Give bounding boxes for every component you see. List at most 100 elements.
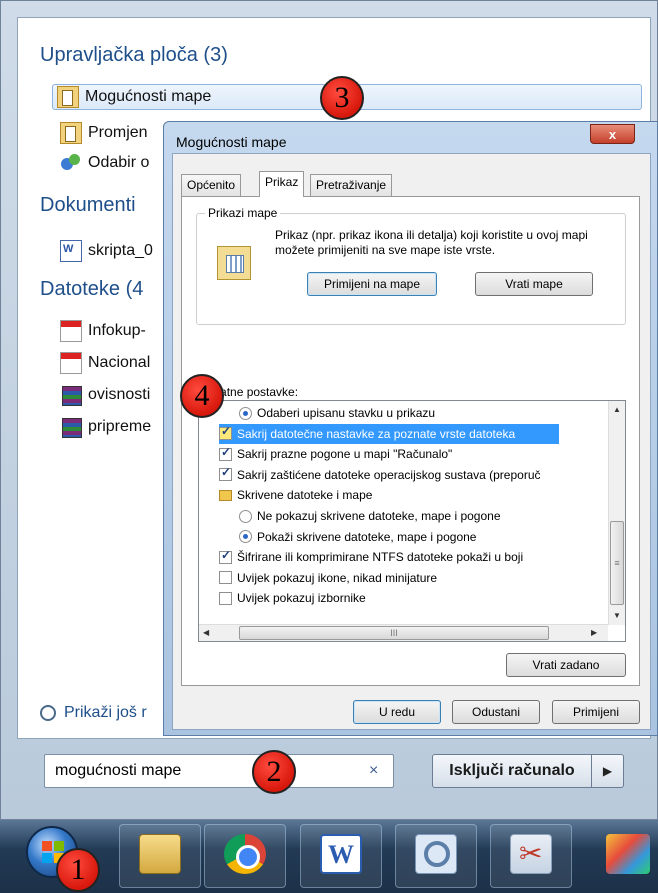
setting-label: Sakrij datotečne nastavke za poznate vrs…: [237, 426, 516, 441]
result-item-label: skripta_0: [88, 242, 153, 259]
setting-checkbox[interactable]: [219, 571, 232, 585]
apply-button[interactable]: Primijeni: [552, 700, 640, 724]
setting-label: Sakrij prazne pogone u mapi "Računalo": [237, 447, 453, 462]
setting-label: Uvijek pokazuj izbornike: [237, 591, 366, 606]
section-title-documents: Dokumenti: [40, 194, 136, 216]
setting-row[interactable]: Skrivene datoteke i mape: [219, 485, 372, 505]
tab-panel-view: Prikazi mape Prikaz (npr. prikaz ikona i…: [181, 196, 640, 686]
setting-checkbox[interactable]: [219, 548, 232, 564]
setting-label: Šifrirane ili komprimirane NTFS datoteke…: [237, 550, 524, 565]
scroll-down-arrow-icon[interactable]: ▼: [613, 611, 621, 620]
snipping-tool-icon: [510, 834, 552, 874]
result-item-document[interactable]: skripta_0: [60, 238, 153, 264]
clear-search-icon[interactable]: ×: [369, 762, 378, 780]
result-item-label: ovisnosti: [88, 386, 151, 403]
callout-4: 4: [180, 374, 224, 418]
folder-views-description: Prikaz (npr. prikaz ikona ili detalja) k…: [275, 228, 588, 257]
callout-2: 2: [252, 750, 296, 794]
search-input[interactable]: mogućnosti mape ×: [44, 754, 394, 788]
folder-options-icon: [60, 122, 82, 144]
callout-1: 1: [56, 848, 100, 892]
result-item-label: pripreme: [88, 418, 152, 435]
tab-view[interactable]: Prikaz: [259, 171, 305, 197]
section-title-files: Datoteke (4: [40, 278, 144, 300]
callout-3: 3: [320, 76, 364, 120]
result-item-label: Promjen: [88, 124, 148, 141]
setting-row[interactable]: Sakrij prazne pogone u mapi "Računalo": [219, 444, 452, 464]
result-item-select[interactable]: Odabir o: [60, 150, 149, 176]
tab-general[interactable]: Općenito: [181, 174, 242, 196]
result-item-file[interactable]: ovisnosti: [60, 382, 150, 408]
vertical-scroll-thumb[interactable]: ≡: [610, 521, 624, 605]
pdf-icon: [60, 352, 82, 374]
dialog-body: Općenito Prikaz Pretraživanje Prikazi ma…: [172, 153, 651, 730]
advanced-settings-list[interactable]: Odaberi upisanu stavku u prikazu Sakrij d…: [198, 400, 626, 642]
pdf-icon: [60, 320, 82, 342]
apply-to-folders-button[interactable]: Primijeni na mape: [307, 272, 437, 296]
folder-options-icon: [57, 86, 79, 108]
folder-views-group: Prikazi mape Prikaz (npr. prikaz ikona i…: [196, 206, 626, 325]
setting-label: Odaberi upisanu stavku u prikazu: [257, 406, 436, 420]
setting-row[interactable]: Sakrij zaštićene datoteke operacijskog s…: [219, 465, 541, 485]
folder-views-label: Prikazi mape: [205, 206, 281, 220]
paint-icon[interactable]: [606, 834, 650, 874]
cancel-button[interactable]: Odustani: [452, 700, 540, 724]
result-item-file[interactable]: Infokup-: [60, 318, 146, 344]
archive-icon: [60, 416, 82, 438]
setting-label: Uvijek pokazuj ikone, nikad minijature: [237, 570, 438, 585]
search-icon: [415, 834, 457, 874]
folder-view-icon: [217, 246, 251, 280]
scroll-right-arrow-icon[interactable]: ▶: [591, 628, 597, 637]
setting-checkbox[interactable]: [219, 424, 232, 441]
word-document-icon: [60, 240, 82, 262]
setting-row[interactable]: Šifrirane ili komprimirane NTFS datoteke…: [219, 547, 523, 567]
horizontal-scrollbar[interactable]: ◀ III ▶: [199, 624, 608, 641]
chrome-icon: [224, 834, 266, 874]
vertical-scrollbar[interactable]: ▲ ≡ ▼: [608, 401, 625, 625]
restore-defaults-button[interactable]: Vrati zadano: [506, 653, 626, 677]
scroll-up-arrow-icon[interactable]: ▲: [613, 405, 621, 414]
magnifier-icon: [40, 705, 56, 721]
windows-explorer-icon: [139, 834, 181, 874]
reset-folders-button[interactable]: Vrati mape: [475, 272, 593, 296]
setting-radio[interactable]: [239, 509, 252, 523]
see-more-results-label: Prikaži još r: [64, 704, 147, 721]
search-input-value: mogućnosti mape: [55, 762, 182, 779]
shutdown-options-arrow-icon[interactable]: ▶: [592, 754, 624, 788]
folder-options-dialog: Mogućnosti mape x Općenito Prikaz Pretra…: [163, 121, 658, 736]
result-item-file[interactable]: Nacional: [60, 350, 150, 376]
setting-label: Sakrij zaštićene datoteke operacijskog s…: [237, 467, 541, 482]
setting-label: Ne pokazuj skrivene datoteke, mape i pog…: [257, 509, 501, 523]
setting-checkbox[interactable]: [219, 591, 232, 605]
result-item-label: Mogućnosti mape: [85, 88, 212, 105]
setting-row[interactable]: Ne pokazuj skrivene datoteke, mape i pog…: [239, 506, 501, 526]
horizontal-scroll-thumb[interactable]: III: [239, 626, 549, 640]
result-item-label: Infokup-: [88, 322, 146, 339]
setting-row[interactable]: Pokaži skrivene datoteke, mape i pogone: [239, 527, 476, 547]
setting-radio[interactable]: [239, 406, 252, 420]
setting-label: Pokaži skrivene datoteke, mape i pogone: [257, 529, 477, 544]
setting-checkbox[interactable]: [219, 465, 232, 482]
archive-icon: [60, 384, 82, 406]
setting-row[interactable]: Uvijek pokazuj ikone, nikad minijature: [219, 568, 437, 588]
setting-row[interactable]: Sakrij datotečne nastavke za poznate vrs…: [219, 423, 559, 444]
setting-checkbox[interactable]: [219, 445, 232, 461]
section-title-control-panel: Upravljačka ploča (3): [40, 44, 228, 66]
word-icon: [320, 834, 362, 874]
setting-row[interactable]: Uvijek pokazuj izbornike: [219, 588, 366, 608]
result-item-label: Odabir o: [88, 154, 150, 171]
result-item-file[interactable]: pripreme: [60, 414, 151, 440]
close-button[interactable]: x: [590, 124, 635, 144]
see-more-results-link[interactable]: Prikaži još r: [40, 704, 147, 722]
result-item-change[interactable]: Promjen: [60, 120, 148, 146]
network-icon: [60, 152, 82, 174]
setting-label: Skrivene datoteke i mape: [237, 488, 373, 503]
setting-radio[interactable]: [239, 530, 252, 544]
folder-icon: [219, 489, 232, 501]
scroll-left-arrow-icon[interactable]: ◀: [203, 628, 209, 637]
dialog-title: Mogućnosti mape: [176, 134, 287, 150]
setting-row[interactable]: Odaberi upisanu stavku u prikazu: [239, 403, 435, 423]
shutdown-button[interactable]: Isključi računalo: [432, 754, 592, 788]
tab-search[interactable]: Pretraživanje: [310, 174, 393, 196]
ok-button[interactable]: U redu: [353, 700, 441, 724]
